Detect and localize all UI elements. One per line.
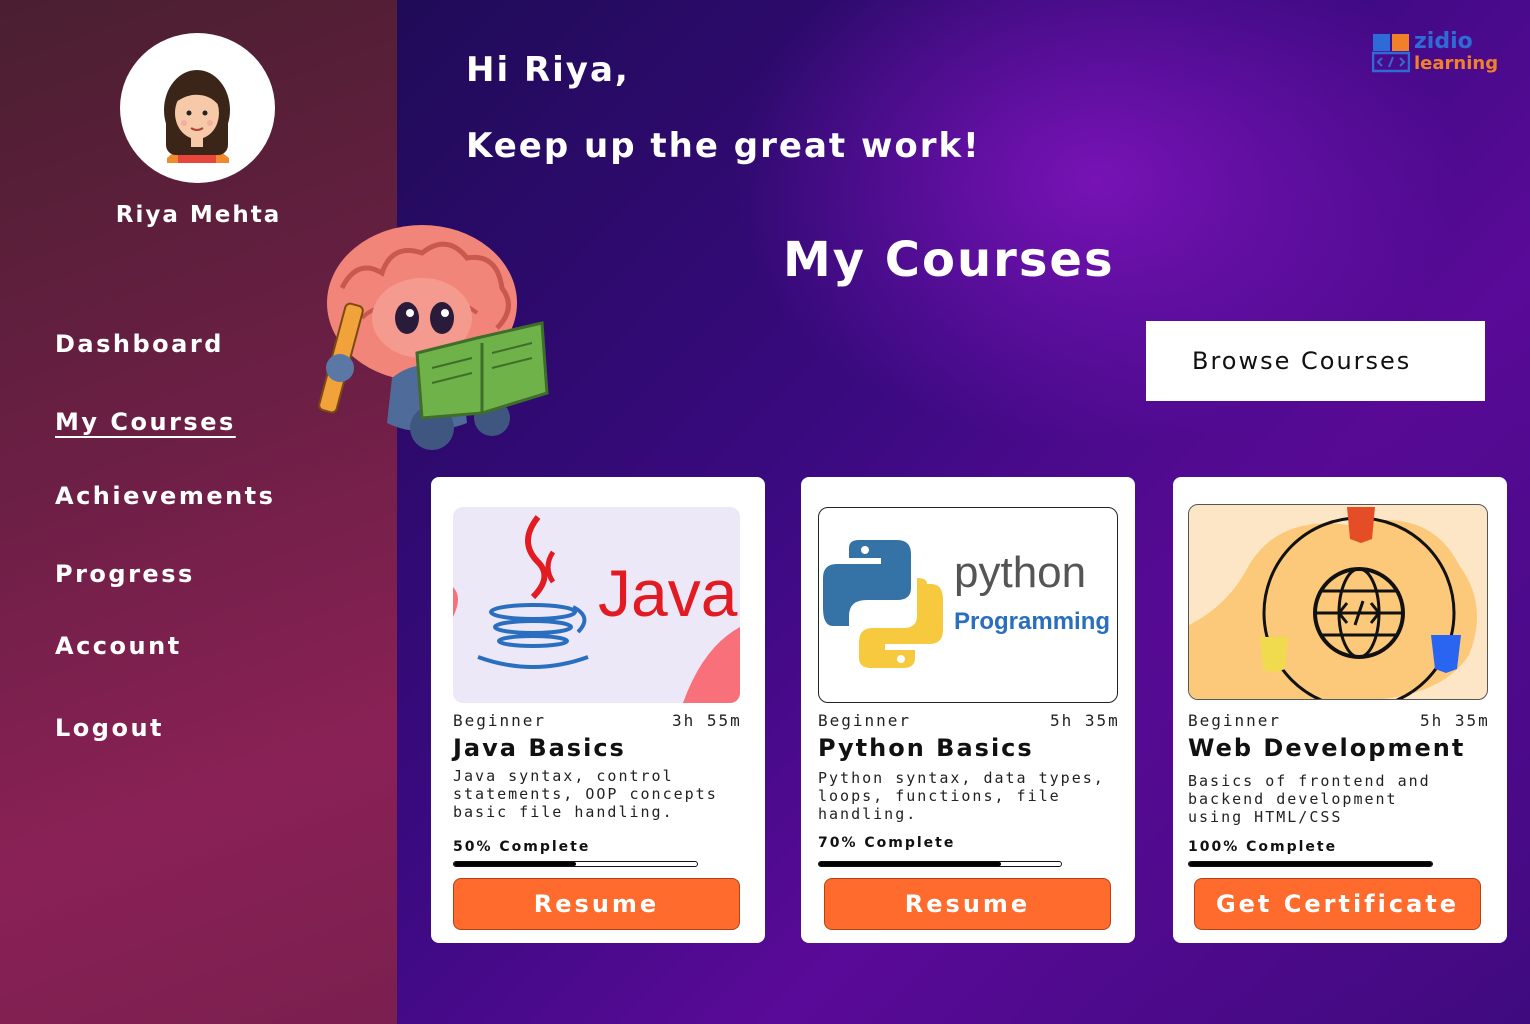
course-description: Basics of frontend and backend developmen…: [1188, 772, 1431, 826]
nav-item-achievements[interactable]: Achievements: [55, 482, 275, 510]
progress-fill: [454, 862, 576, 866]
progress-fill: [819, 862, 1001, 866]
progress-bar: [453, 861, 698, 867]
avatar[interactable]: [120, 33, 275, 183]
course-description: Java syntax, control statements, OOP conc…: [453, 767, 718, 821]
resume-button[interactable]: Resume: [453, 878, 740, 930]
logo-text-zidio: zidio: [1414, 29, 1473, 54]
python-logo-subtext: Programming: [954, 608, 1111, 635]
course-level: Beginner: [1188, 711, 1282, 730]
logo-text-learning: learning: [1414, 53, 1499, 74]
nav-item-logout[interactable]: Logout: [55, 714, 164, 742]
course-duration: 3h 55m: [672, 711, 742, 730]
course-title: Python Basics: [818, 734, 1034, 762]
progress-label: 50% Complete: [453, 839, 591, 855]
nav-item-account[interactable]: Account: [55, 632, 182, 660]
progress-bar: [1188, 861, 1433, 867]
page-title: My Courses: [783, 232, 1115, 288]
course-thumbnail-web: [1188, 504, 1488, 700]
nav-item-my-courses[interactable]: My Courses: [55, 408, 236, 436]
course-level: Beginner: [818, 711, 912, 730]
course-description: Python syntax, data types, loops, functio…: [818, 769, 1105, 823]
nav-item-progress[interactable]: Progress: [55, 560, 195, 588]
greeting-hi: Hi Riya,: [466, 50, 630, 90]
greeting-encouragement: Keep up the great work!: [466, 126, 981, 166]
python-logo-icon: [823, 540, 943, 668]
course-level: Beginner: [453, 711, 547, 730]
zidio-logo-icon: [1371, 34, 1411, 73]
course-title: Java Basics: [453, 734, 626, 762]
course-thumbnail-python: python Programming: [818, 507, 1118, 703]
get-certificate-button[interactable]: Get Certificate: [1194, 878, 1481, 930]
sidebar: Riya Mehta Dashboard My Courses Achievem…: [0, 0, 397, 1024]
browse-courses-button[interactable]: Browse Courses: [1146, 321, 1485, 401]
progress-label: 70% Complete: [818, 835, 956, 851]
course-title: Web Development: [1188, 734, 1466, 762]
progress-label: 100% Complete: [1188, 839, 1338, 855]
progress-fill: [1189, 862, 1432, 866]
course-duration: 5h 35m: [1050, 711, 1120, 730]
course-duration: 5h 35m: [1420, 711, 1490, 730]
course-thumbnail-java: Java: [453, 507, 740, 703]
progress-bar: [818, 861, 1062, 867]
python-logo-text: python: [954, 548, 1087, 597]
avatar-illustration-icon: [164, 70, 230, 163]
nav-item-dashboard[interactable]: Dashboard: [55, 330, 224, 358]
brain-mascot-icon: [318, 225, 549, 450]
zidio-logo: zidio learning: [1371, 29, 1498, 77]
java-logo-text: Java: [598, 556, 738, 630]
resume-button[interactable]: Resume: [824, 878, 1111, 930]
web-development-icon: [1189, 507, 1477, 699]
